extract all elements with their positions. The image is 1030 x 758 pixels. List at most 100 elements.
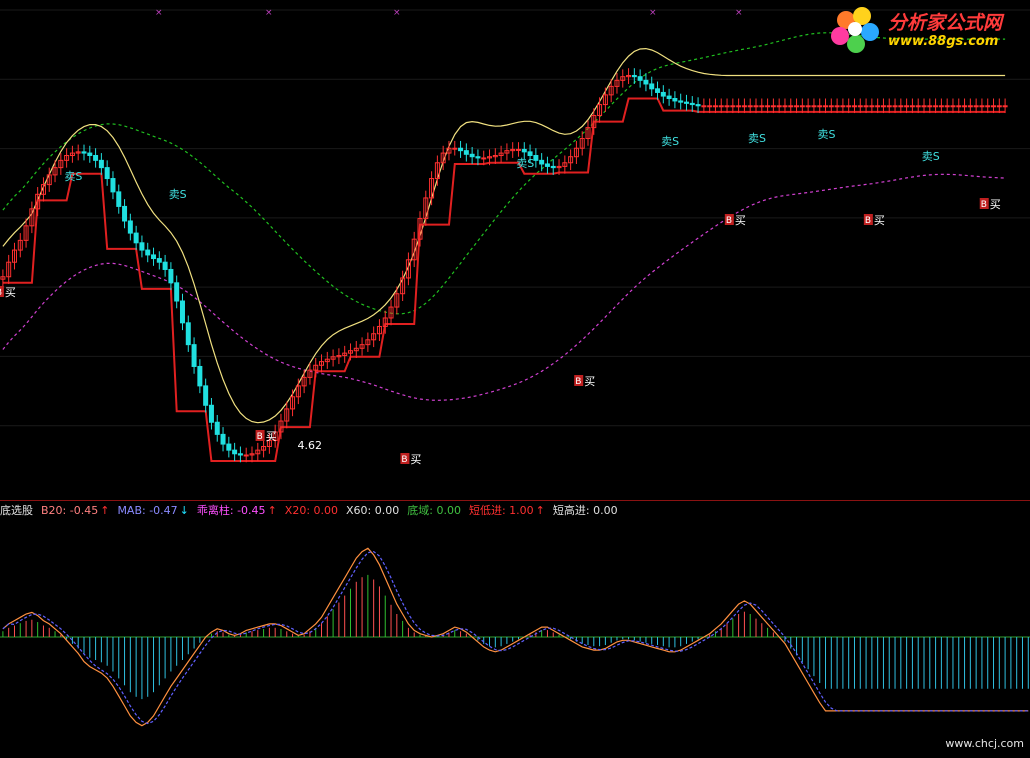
candle-body [110,178,116,193]
candle-body [921,105,927,108]
candle-body [237,453,243,456]
indicator-arrow-icon: ↑ [100,504,110,517]
candle-body [898,105,904,108]
logo-title: 分析家公式网 [888,12,1003,34]
candle-body [730,105,736,108]
candle-body [156,258,162,263]
candle-body [81,151,87,154]
sell-label: 卖S [516,157,534,170]
candle-body [782,105,788,108]
candle-body [799,105,805,108]
candle-body [168,268,174,284]
logo-url: www.88gs.com [888,34,999,49]
candle-body [544,163,550,167]
candle-body [904,105,910,108]
dea-line [2,550,1029,725]
candle-body [243,454,249,457]
indicator-arrow-icon: ↓ [179,504,189,517]
candle-body [828,105,834,108]
stock-chart: 卖S卖S卖S卖S卖S卖S卖S买B买B买B买B买B买B买B4.62××××× [0,0,1030,754]
candle-body [794,105,800,108]
indicator-8: 短高进: 0.00 [552,504,618,517]
buy-marker-label: B [257,432,263,442]
candle-body [637,76,643,81]
top-marker: × [155,8,163,18]
candle-body [93,155,99,161]
buy-marker-label: B [0,288,2,298]
candle-body [909,105,915,108]
indicator-3: 乖离柱: -0.45 [196,504,266,517]
candle-body [747,105,753,108]
candle-body [151,254,157,260]
chart-svg: 卖S卖S卖S卖S卖S卖S卖S买B买B买B买B买B买B买B4.62××××× [0,8,1030,727]
candle-body [765,105,771,108]
candle-body [759,105,765,108]
candle-body [915,105,921,108]
candle-body [938,105,944,108]
candle-body [678,100,684,103]
candle-body [527,151,533,157]
candle-body [817,105,823,108]
sell-label: 卖S [818,128,836,141]
candle-body [869,105,875,108]
buy-label: 买 [410,453,421,466]
candle-body [533,155,539,161]
sell-label: 卖S [169,188,187,201]
candle-body [851,105,857,108]
indicator-2: MAB: -0.47 [117,504,178,517]
buy-marker-label: B [726,216,732,226]
candle-body [927,105,933,108]
candle-body [162,261,168,270]
candle-body [191,344,197,367]
buy-label: 买 [990,198,1001,211]
candle-body [736,105,742,108]
candle-body [718,105,724,108]
candle-body [695,104,701,107]
candle-body [655,88,661,93]
candle-body [179,300,185,324]
candle-body [857,105,863,108]
candle-body [1002,105,1008,108]
candle-body [944,105,950,108]
candle-body [116,191,122,207]
indicator-0: 底选股 [0,504,33,517]
candle-body [701,105,707,108]
top-marker: × [735,8,743,18]
candle-body [770,105,776,108]
indicator-7: 短低进: 1.00 [468,504,534,517]
watermark: www.chcj.com [945,737,1024,750]
top-marker: × [393,8,401,18]
flower-logo-icon [831,7,879,53]
candle-body [753,105,759,108]
candle-body [892,105,898,108]
candle-body [834,105,840,108]
candle-body [933,105,939,108]
candle-body [127,220,133,234]
indicator-6: 底域: 0.00 [407,504,461,517]
candle-body [145,249,151,256]
buy-label: 买 [5,286,16,299]
sell-label: 卖S [64,170,82,183]
candle-body [197,365,203,387]
low-price-label: 4.62 [298,439,323,452]
candle-body [452,147,458,150]
indicator-arrow-icon: ↑ [535,504,545,517]
candle-body [823,105,829,108]
candle-body [875,105,881,108]
candle-body [174,282,180,302]
candle-body [672,98,678,102]
sell-label: 卖S [661,135,679,148]
buy-label: 买 [735,214,746,227]
candle-body [185,322,191,346]
candle-body [521,148,527,153]
indicator-4: X20: 0.00 [284,504,339,517]
buy-marker-label: B [865,216,871,226]
candle-body [649,83,655,90]
candle-body [979,105,985,108]
indicator-bar: 底选股 B20: -0.45 ↑ MAB: -0.47 ↓ 乖离柱: -0.45 ↑ X20:… [0,500,1030,521]
candle-body [985,105,991,108]
candle-body [805,105,811,108]
candle-body [104,167,110,180]
candle-body [539,159,545,165]
candle-body [458,147,464,152]
